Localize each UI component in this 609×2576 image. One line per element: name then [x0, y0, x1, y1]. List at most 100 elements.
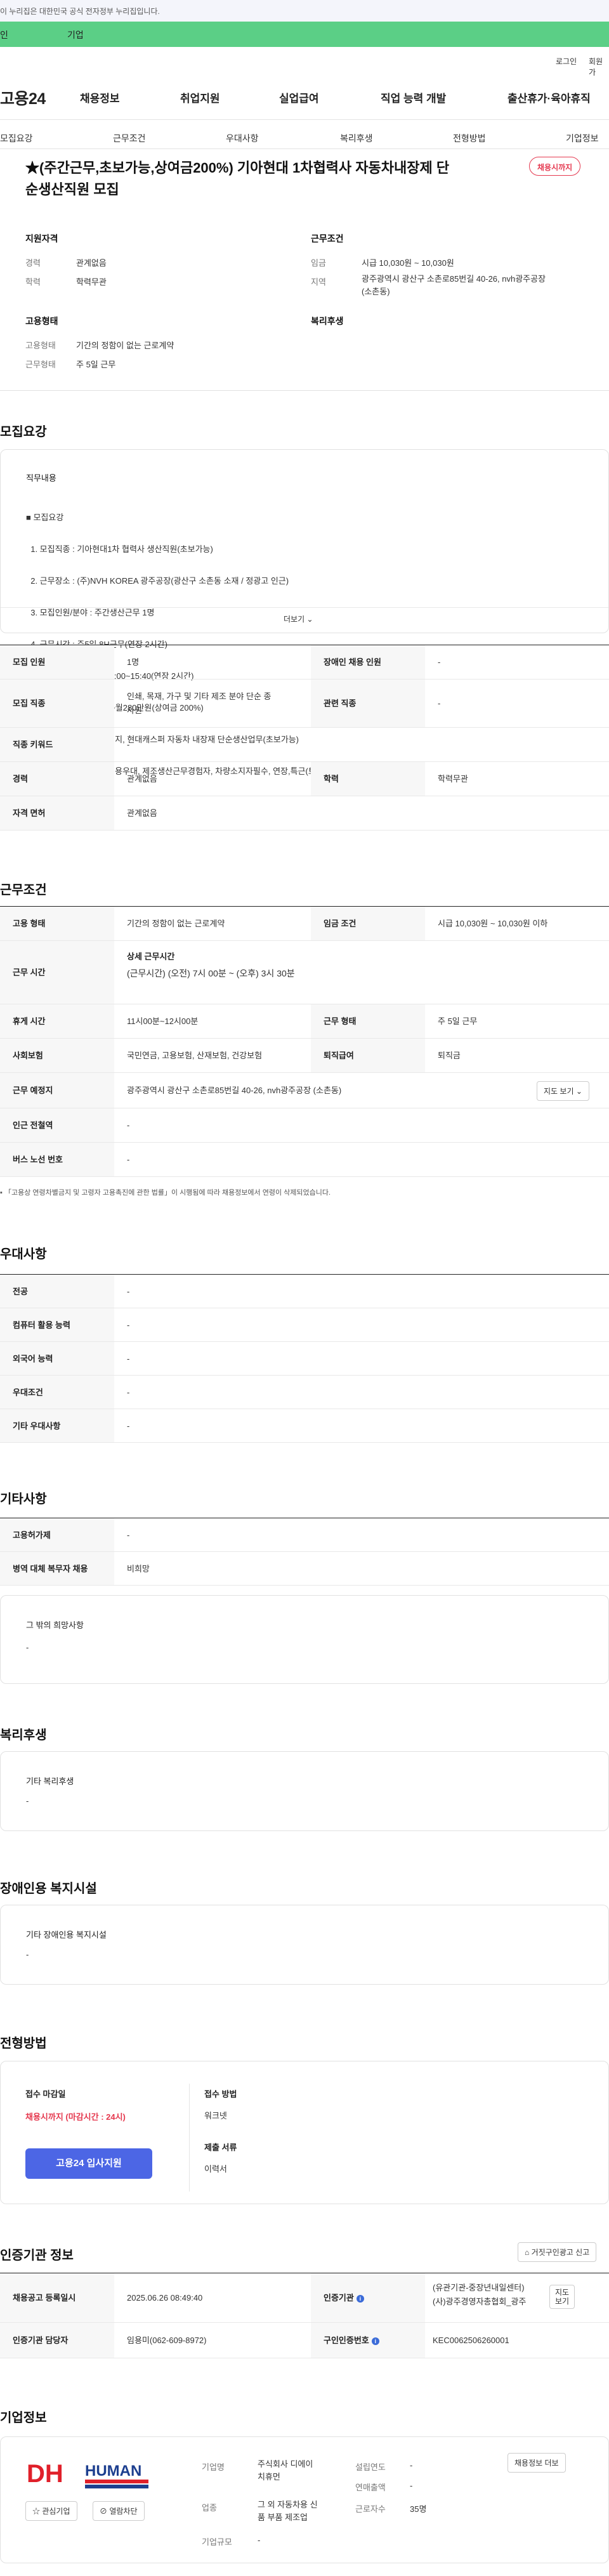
selection-card	[0, 2061, 609, 2204]
welfare-label: 복리후생	[311, 316, 344, 326]
logo-dh: DH	[27, 2460, 63, 2488]
more-button[interactable]: 더보기 ⌄	[284, 614, 313, 624]
user-type-personal[interactable]: 인	[0, 29, 8, 41]
tab-selection[interactable]: 전형방법	[453, 132, 486, 145]
row-value: 퇴직금	[438, 1051, 461, 1060]
row-value: 시급 10,030원 ~ 10,030원 이하	[438, 919, 548, 928]
info-icon[interactable]: i	[371, 2337, 379, 2345]
row-value: 학력무관	[438, 774, 468, 784]
row-key: 직종 키워드	[13, 740, 53, 749]
table-row: 전공 -	[0, 1275, 609, 1308]
row-value: 주 5일 근무	[438, 1016, 478, 1026]
row-key: 고용허가제	[13, 1530, 51, 1540]
row-key: 자격 면허	[13, 808, 46, 818]
row-key: 외국어 능력	[13, 1354, 53, 1364]
apply-button[interactable]: 고용24 입사지원	[25, 2148, 152, 2179]
table-row: 고용 형태 기간의 정함이 없는 근로계약 임금 조건 시급 10,030원 ~…	[0, 907, 609, 941]
extra-wishes-card: 그 밖의 희망사항 -	[0, 1595, 609, 1684]
work-condition-label: 근무조건	[311, 233, 344, 244]
company-heading: 기업정보	[0, 2411, 47, 2425]
sales-value: -	[410, 2481, 413, 2490]
table-row: 인증기관 담당자 임용미(062-609-8972) 구인인증번호 i KEC00…	[0, 2323, 609, 2358]
table-row: 외국어 능력 -	[0, 1342, 609, 1376]
row-key: 근무 예정지	[13, 1086, 53, 1095]
education-key: 학력	[25, 277, 41, 287]
join-link[interactable]: 회원가	[589, 56, 609, 77]
gnb-employment-support[interactable]: 취업지원	[180, 89, 220, 105]
row-value: -	[438, 657, 441, 667]
employment-type-value: 기간의 정함이 없는 근로계약	[76, 341, 174, 350]
favorite-company-button[interactable]: ☆ 관심기업	[25, 2501, 77, 2521]
deadline-badge: 채용시까지	[529, 157, 581, 176]
row-value: -	[127, 1388, 130, 1397]
chevron-down-icon: ⌄	[575, 1087, 582, 1096]
disabled-facility-label: 기타 장애인용 복지시설	[26, 1930, 107, 1940]
agency-heading: 인증기관 정보	[0, 2249, 74, 2263]
info-icon[interactable]: i	[356, 2294, 364, 2303]
row-key: 기타 우대사항	[13, 1421, 61, 1431]
false-ad-report-button[interactable]: ⌂ 거짓구인광고 신고	[518, 2242, 597, 2262]
row-key: 관련 직종	[324, 699, 357, 708]
method-value: 워크넷	[204, 2111, 227, 2120]
tab-company[interactable]: 기업정보	[566, 132, 599, 145]
row-key: 장애인 채용 인원	[324, 657, 381, 667]
row-key: 인근 전철역	[13, 1120, 53, 1130]
row-key: 우대조건	[13, 1388, 43, 1397]
table-row: 근무 예정지 광주광역시 광산구 소촌로85번길 40-26, nvh광주공장 …	[0, 1073, 609, 1108]
table-row: 모집 직종 인쇄, 목재, 가구 및 기타 제조 분야 단순 종 사원 관련 직종…	[0, 680, 609, 728]
row-key: 컴퓨터 활용 능력	[13, 1320, 70, 1330]
docs-value: 이력서	[204, 2164, 227, 2174]
row-value: -	[127, 1421, 130, 1431]
company-name-key: 기업명	[202, 2462, 225, 2472]
conditions-heading: 근무조건	[0, 883, 47, 897]
site-logo[interactable]: 고용24	[0, 86, 46, 109]
area-value: 광주광역시 광산구 소촌로85번길 40-26, nvh광주공장 (소촌동)	[362, 274, 546, 296]
gnb-vocational-training[interactable]: 직업 능력 개발	[381, 89, 446, 105]
agency-map-button[interactable]: 지도 보기	[549, 2285, 575, 2309]
row-value: 비희망	[127, 1564, 150, 1574]
company-logo: DH HUMAN	[25, 2454, 152, 2492]
method-label: 접수 방법	[204, 2089, 237, 2099]
duty-label: 직무내용	[26, 473, 56, 483]
age-notice: ▪ 「고용상 연령차별금지 및 고령자 고용촉진에 관한 법률」이 시행됨에 따…	[0, 1189, 331, 1197]
tab-conditions[interactable]: 근무조건	[113, 132, 146, 145]
row-value: 2025.06.26 08:49:40	[127, 2293, 203, 2303]
docs-label: 제출 서류	[204, 2143, 237, 2152]
sales-key: 연매출액	[355, 2483, 386, 2492]
table-row: 우대조건 -	[0, 1376, 609, 1409]
duty-line: ■ 모집요강	[26, 513, 64, 522]
user-type-bar: 인 기업	[0, 22, 609, 47]
map-view-button[interactable]: 지도 보기 ⌄	[537, 1081, 589, 1101]
gnb-unemployment-benefit[interactable]: 실업급여	[279, 89, 319, 105]
selection-heading: 전형방법	[0, 2037, 47, 2051]
row-value: 11시00분~12시00분	[127, 1016, 199, 1026]
login-link[interactable]: 로그인	[556, 56, 577, 67]
row-key: 학력	[324, 774, 339, 784]
duty-card: 직무내용 ■ 모집요강 1. 모집직종 : 기아현대1차 협력사 생산직원(초보…	[0, 449, 609, 776]
table-row: 근무 시간 상세 근무시간 (근무시간) (오전) 7시 00분 ~ (오후) …	[0, 941, 609, 1004]
block-view-button[interactable]: ⊘ 열람차단	[93, 2501, 145, 2521]
education-value: 학력무관	[76, 277, 107, 287]
disabled-facility-card: 기타 장애인용 복지시설 -	[0, 1905, 609, 1985]
table-row: 버스 노선 번호 -	[0, 1143, 609, 1177]
gnb-parental-leave[interactable]: 출산휴가·육아휴직	[508, 89, 591, 105]
welfare-label: 기타 복리후생	[26, 1777, 74, 1786]
founded-value: -	[410, 2461, 413, 2470]
user-type-company[interactable]: 기업	[67, 29, 84, 41]
row-key: 모집 직종	[13, 699, 46, 708]
tab-welfare[interactable]: 복리후생	[340, 132, 373, 145]
tab-recruit[interactable]: 모집요강	[0, 132, 33, 145]
row-key: 병역 대체 복무자 채용	[13, 1564, 88, 1574]
duty-line: 1. 모집직종 : 기아현대1차 협력사 생산직원(초보가능)	[26, 544, 213, 554]
logo-bar-blue	[85, 2485, 148, 2488]
table-row: 자격 면허 관계없음	[0, 796, 609, 831]
industry-key: 업종	[202, 2503, 217, 2513]
gnb-recruit[interactable]: 채용정보	[80, 89, 120, 105]
row-key: 사회보험	[13, 1051, 43, 1060]
row-value: 기간의 정함이 없는 근로계약	[127, 919, 225, 928]
company-jobs-button[interactable]: 채용정보 더보	[508, 2453, 566, 2473]
tab-preferences[interactable]: 우대사항	[226, 132, 259, 145]
area-key: 지역	[311, 277, 326, 287]
row-value: -	[127, 1530, 130, 1540]
logo-bar-red	[85, 2480, 148, 2483]
